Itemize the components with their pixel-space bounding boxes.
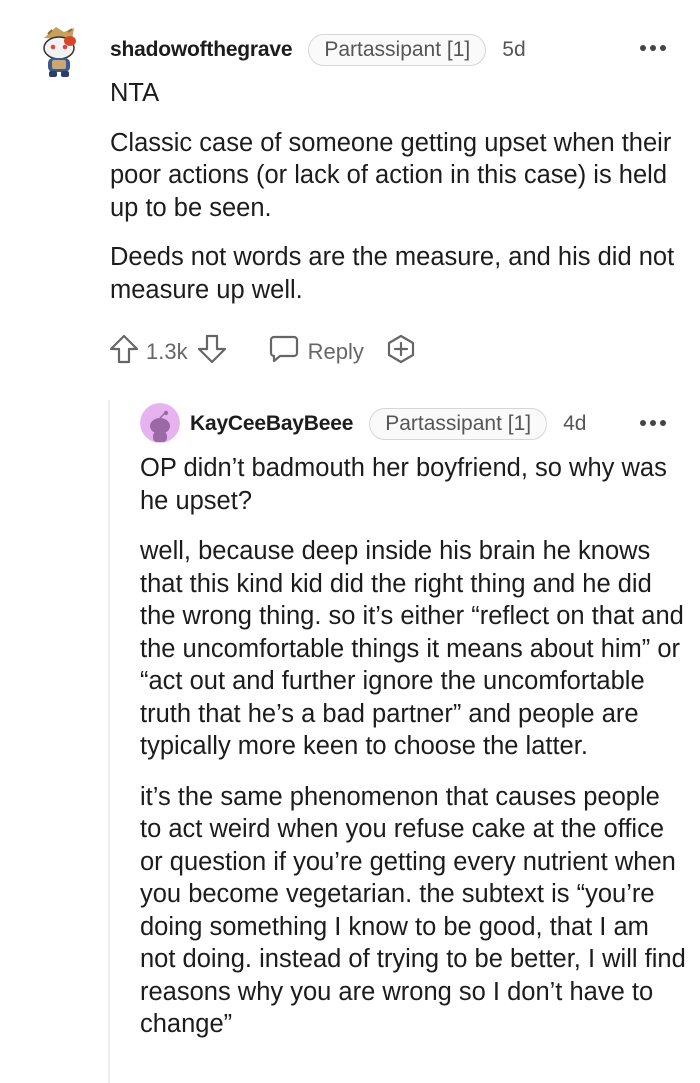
comment-action-bar: 1.3k Reply [108, 334, 416, 370]
reply-body: OP didn’t badmouth her boyfriend, so why… [140, 452, 688, 1041]
comment-paragraph: it’s the same phenomenon that causes peo… [140, 782, 686, 1039]
comment-body: NTA Classic case of someone getting upse… [110, 77, 685, 306]
comment-paragraph: well, because deep inside his brain he k… [140, 537, 684, 760]
speech-bubble-icon [268, 334, 300, 370]
award-button[interactable] [386, 334, 416, 370]
reply-header: KayCeeBayBeee Partassipant [1] 4d [190, 406, 586, 442]
award-plus-icon [386, 334, 416, 370]
comment-age: 5d [502, 38, 526, 61]
vote-count: 1.3k [146, 339, 188, 364]
reply-label: Reply [307, 339, 364, 364]
more-options-icon[interactable] [640, 43, 666, 53]
default-snoo-avatar-icon[interactable] [140, 403, 180, 443]
more-options-icon[interactable] [640, 418, 666, 428]
comment-paragraph: NTA [110, 79, 160, 107]
comment-age: 4d [563, 412, 587, 435]
comment-paragraph: Classic case of someone getting upset wh… [110, 128, 672, 222]
snoo-avatar-icon[interactable] [34, 24, 84, 80]
comment-paragraph: OP didn’t badmouth her boyfriend, so why… [140, 454, 667, 515]
comment-header: shadowofthegrave Partassipant [1] 5d [110, 32, 526, 68]
username-link[interactable]: KayCeeBayBeee [190, 412, 353, 436]
thread-line[interactable] [108, 400, 110, 1083]
comment-paragraph: Deeds not words are the measure, and his… [110, 243, 675, 304]
downvote-arrow-icon[interactable] [196, 333, 228, 371]
username-link[interactable]: shadowofthegrave [110, 38, 293, 62]
user-flair-badge: Partassipant [1] [308, 34, 487, 66]
user-flair-badge: Partassipant [1] [369, 408, 548, 440]
comment-thread: shadowofthegrave Partassipant [1] 5d NTA… [0, 0, 700, 1083]
upvote-arrow-icon[interactable] [108, 333, 140, 371]
reply-button[interactable]: Reply [268, 334, 364, 370]
